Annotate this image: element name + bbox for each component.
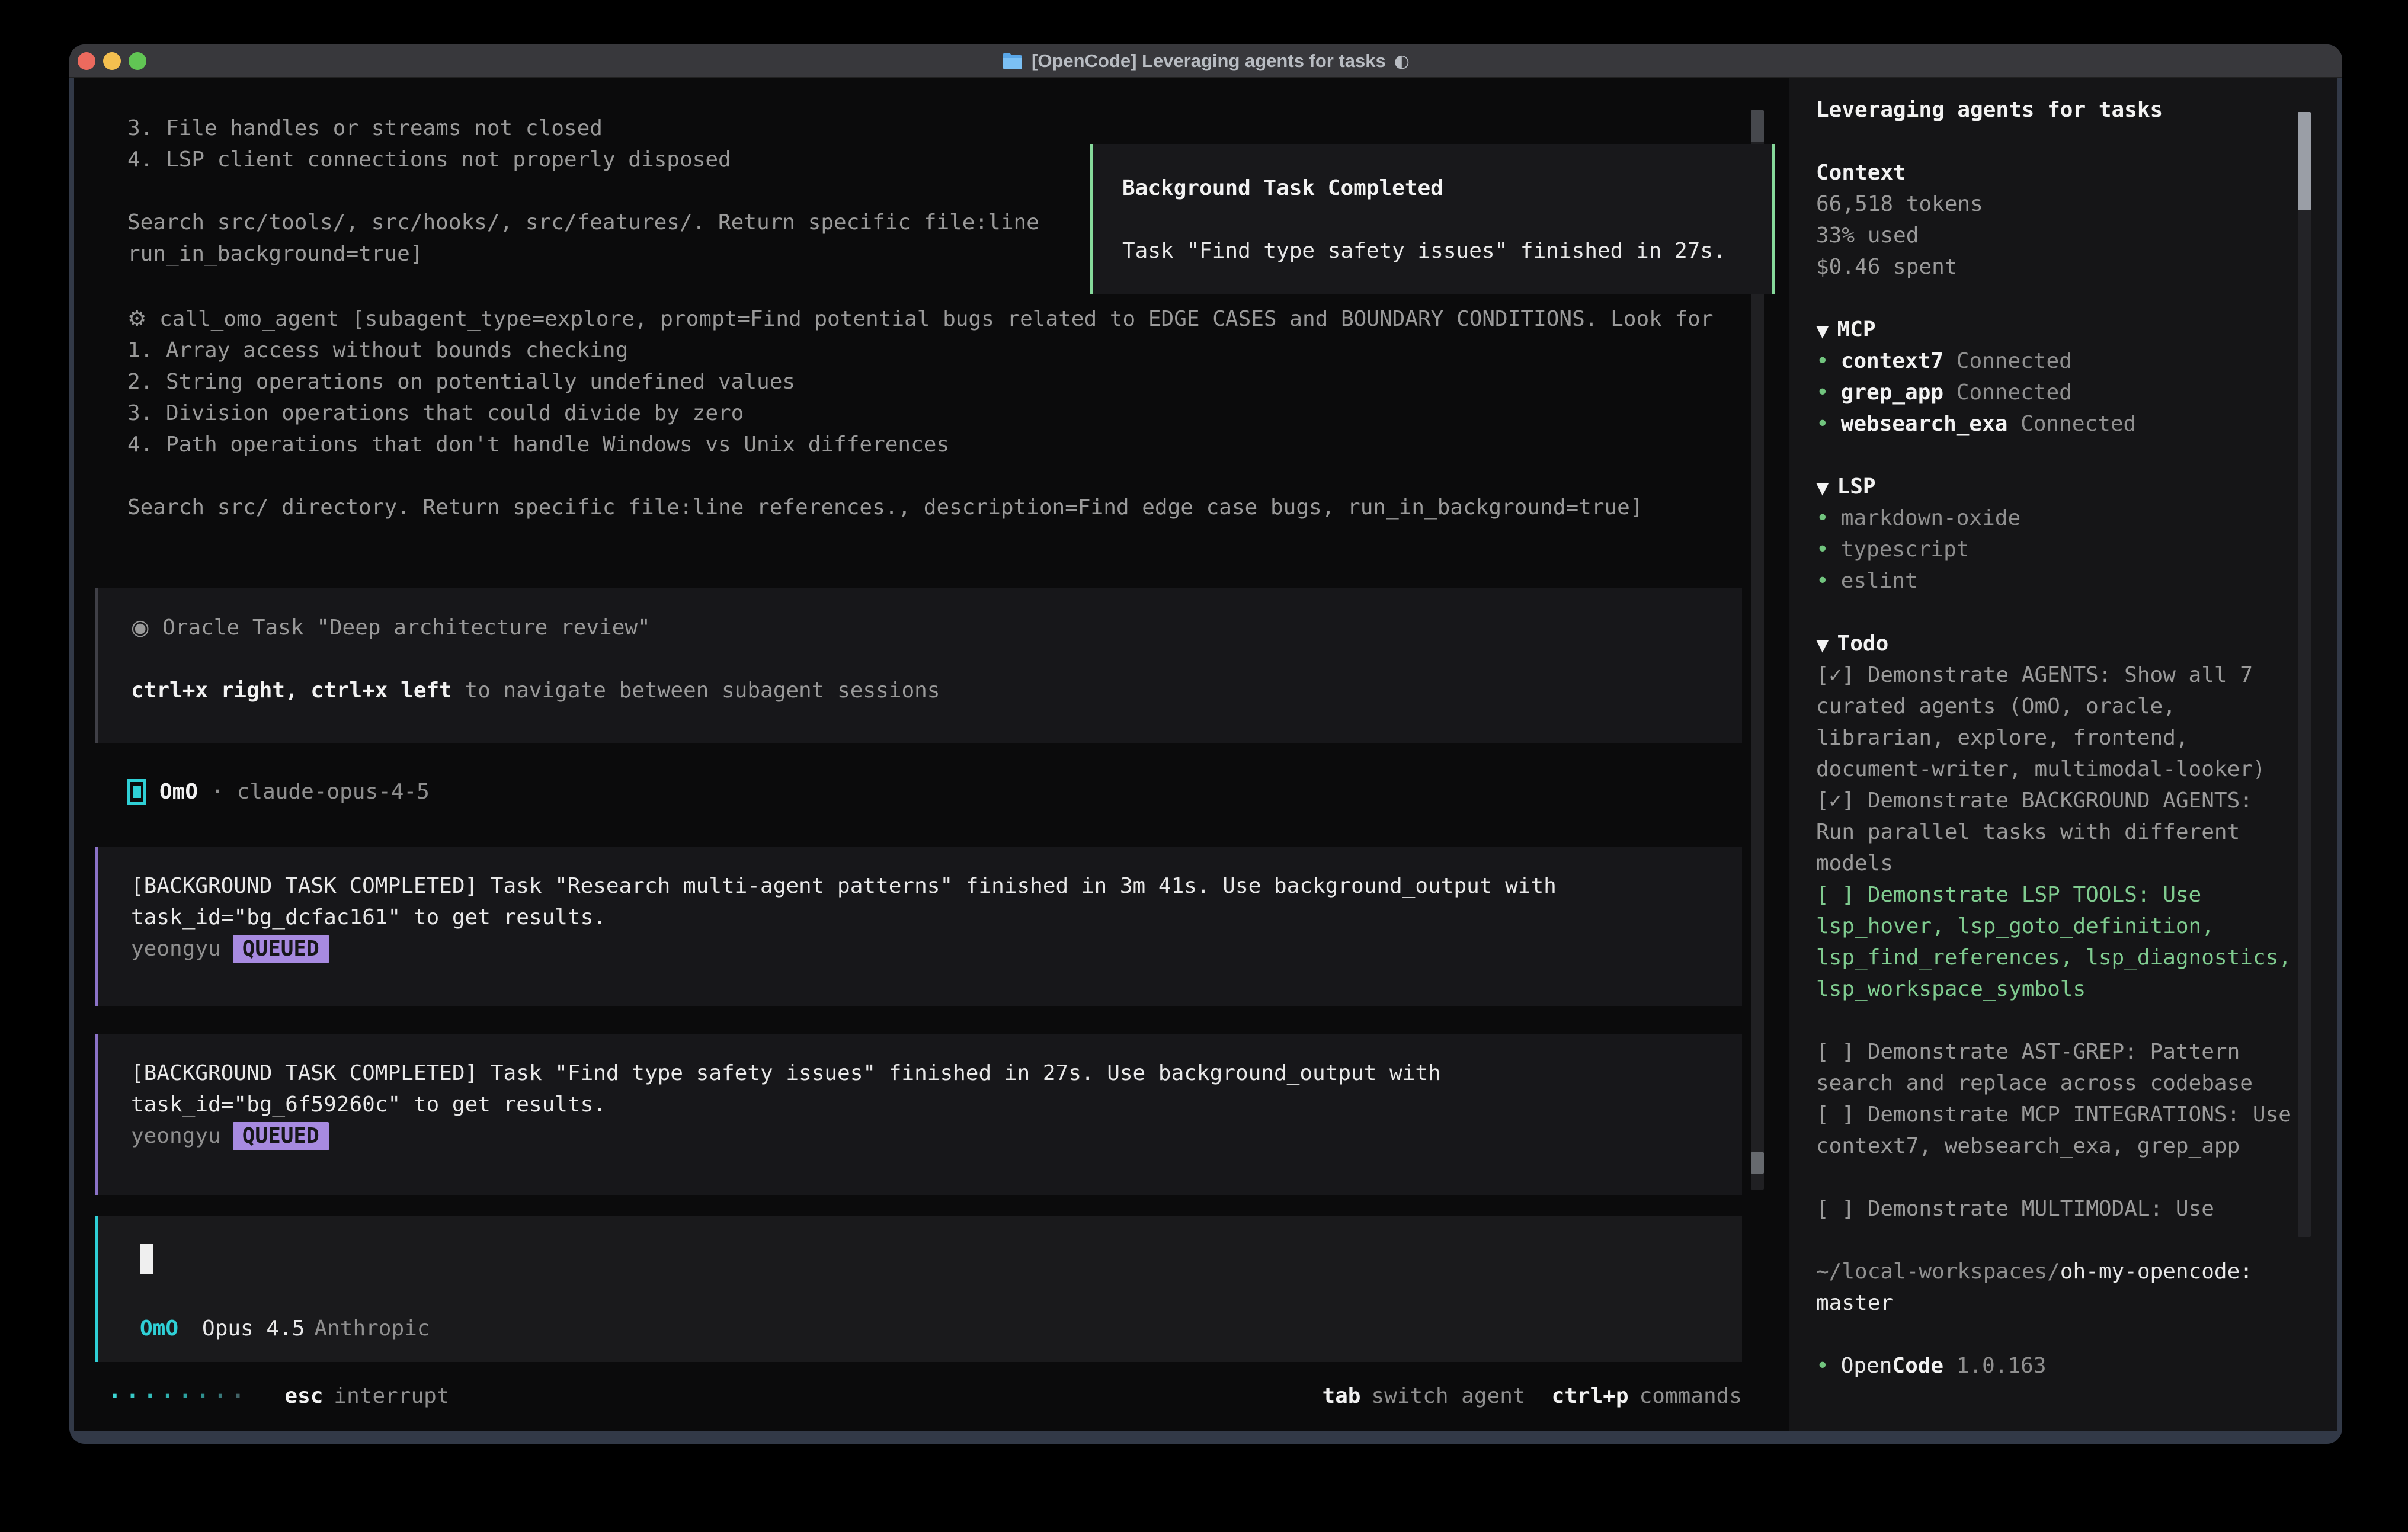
todo-section-header[interactable]: ▼Todo <box>1816 628 2304 659</box>
message-line: run_in_background=true] <box>127 238 1039 270</box>
spinner-icon: ········ <box>108 1384 249 1408</box>
ctrlp-key-label: commands <box>1640 1384 1742 1408</box>
gear-icon: ⚙ <box>127 307 146 331</box>
tab-key-label: switch agent <box>1371 1384 1525 1408</box>
tool-call-block: ⚙ call_omo_agent [subagent_type=explore,… <box>127 303 1714 523</box>
esc-key-label: interrupt <box>334 1384 449 1408</box>
status-badge: QUEUED <box>233 1122 329 1150</box>
task-message-line: [BACKGROUND TASK COMPLETED] Task "Resear… <box>131 870 1742 902</box>
sidebar-scrollbar-track <box>2298 112 2311 1237</box>
notification-body: Task "Find type safety issues" finished … <box>1122 235 1772 267</box>
task-message-line: task_id="bg_dcfac161" to get results. <box>131 902 1742 933</box>
context-tokens: 66,518 tokens <box>1816 188 2304 220</box>
folder-icon <box>1002 52 1023 70</box>
chevron-down-icon: ▼ <box>1816 478 1829 498</box>
half-circle-icon: ◐ <box>1394 51 1410 72</box>
oracle-hint-keys: ctrl+x right, ctrl+x left <box>131 678 452 703</box>
chat-pane: 3. File handles or streams not closed 4.… <box>74 78 1789 1431</box>
ctrlp-key-hint: ctrl+p <box>1552 1384 1629 1408</box>
status-dot-icon: • <box>1816 506 1829 530</box>
session-title: Leveraging agents for tasks <box>1816 94 2304 126</box>
titlebar: [OpenCode] Leveraging agents for tasks ◐ <box>69 44 2342 78</box>
todo-item: [ ] Demonstrate MULTIMODAL: Use <box>1816 1193 2304 1225</box>
oracle-title: Oracle Task "Deep architecture review" <box>162 616 651 640</box>
window-title: [OpenCode] Leveraging agents for tasks <box>1032 50 1386 72</box>
workspace-path: ~/local-workspaces/oh-my-opencode: maste… <box>1816 1256 2304 1319</box>
oracle-icon: ◉ <box>131 616 149 640</box>
status-dot-icon: • <box>1816 412 1829 436</box>
app-window: [OpenCode] Leveraging agents for tasks ◐… <box>69 44 2342 1444</box>
input-agent-name: OmO <box>140 1316 178 1341</box>
screen: [OpenCode] Leveraging agents for tasks ◐… <box>0 0 2408 1532</box>
chevron-down-icon: ▼ <box>1816 321 1829 341</box>
status-dot-icon: • <box>1816 537 1829 562</box>
text-cursor <box>140 1244 153 1274</box>
status-dot-icon: • <box>1816 349 1829 373</box>
tool-call-item: 2. String operations on potentially unde… <box>127 366 1714 398</box>
mcp-item: •grep_app Connected <box>1816 377 2304 408</box>
task-author: yeongyu <box>131 937 221 961</box>
message-line <box>127 175 1039 207</box>
status-badge: QUEUED <box>233 935 329 963</box>
notification-scrollbar-thumb[interactable] <box>1751 110 1764 142</box>
tool-call-item: 3. Division operations that could divide… <box>127 398 1714 429</box>
lsp-item: •markdown-oxide <box>1816 502 2304 534</box>
mcp-item: •websearch_exa Connected <box>1816 408 2304 440</box>
tool-call-tail: Search src/ directory. Return specific f… <box>127 492 1714 523</box>
task-message-card[interactable]: [BACKGROUND TASK COMPLETED] Task "Find t… <box>95 1034 1742 1195</box>
lsp-item: •typescript <box>1816 534 2304 565</box>
input-provider-name: Anthropic <box>314 1316 430 1341</box>
todo-item: [ ] Demonstrate LSP TOOLS: Use lsp_hover… <box>1816 879 2304 1005</box>
window-title-area: [OpenCode] Leveraging agents for tasks ◐ <box>69 44 2342 78</box>
lsp-section-header[interactable]: ▼LSP <box>1816 471 2304 502</box>
status-dot-icon: • <box>1816 1354 1829 1378</box>
todo-item: [ ] Demonstrate AST-GREP: Pattern search… <box>1816 1036 2304 1099</box>
version-row: •OpenCode 1.0.163 <box>1816 1350 2304 1382</box>
agent-checkbox-icon <box>127 779 146 805</box>
oracle-task-card[interactable]: ◉ Oracle Task "Deep architecture review"… <box>95 588 1742 743</box>
todo-item: [✓] Demonstrate BACKGROUND AGENTS: Run p… <box>1816 785 2304 879</box>
sidebar-scrollbar-thumb[interactable] <box>2298 112 2311 210</box>
message-line: 4. LSP client connections not properly d… <box>127 144 1039 175</box>
status-dot-icon: • <box>1816 569 1829 593</box>
context-spent: $0.46 spent <box>1816 251 2304 283</box>
message-line: Search src/tools/, src/hooks/, src/featu… <box>127 207 1039 238</box>
mcp-item: •context7 Connected <box>1816 345 2304 377</box>
input-model-name: Opus 4.5 <box>202 1316 305 1341</box>
mcp-section-header[interactable]: ▼MCP <box>1816 314 2304 345</box>
tab-key-hint: tab <box>1322 1384 1360 1408</box>
message-line: 3. File handles or streams not closed <box>127 113 1039 144</box>
task-author: yeongyu <box>131 1124 221 1148</box>
agent-separator: · <box>211 780 224 804</box>
task-message-card[interactable]: [BACKGROUND TASK COMPLETED] Task "Resear… <box>95 847 1742 1006</box>
status-dot-icon: • <box>1816 380 1829 405</box>
model-selector[interactable]: OmO Opus 4.5 Anthropic <box>140 1316 430 1341</box>
task-message-line: task_id="bg_6f59260c" to get results. <box>131 1089 1742 1120</box>
toast-notification[interactable]: Background Task Completed Task "Find typ… <box>1090 144 1775 294</box>
chat-scrollbar-thumb[interactable] <box>1751 1152 1764 1174</box>
task-message-line: [BACKGROUND TASK COMPLETED] Task "Find t… <box>131 1057 1742 1089</box>
tool-call-line: call_omo_agent [subagent_type=explore, p… <box>159 307 1714 331</box>
context-used: 33% used <box>1816 220 2304 251</box>
esc-key-hint: esc <box>284 1384 323 1408</box>
status-bar: ········ esc interrupt tab switch agent … <box>74 1380 1742 1412</box>
session-sidebar: Leveraging agents for tasks Context 66,5… <box>1789 78 2337 1431</box>
todo-item: [✓] Demonstrate AGENTS: Show all 7 curat… <box>1816 659 2304 785</box>
tool-call-item: 1. Array access without bounds checking <box>127 335 1714 366</box>
agent-model: claude-opus-4-5 <box>237 780 430 804</box>
notification-title: Background Task Completed <box>1122 172 1772 204</box>
agent-header: OmO · claude-opus-4-5 <box>127 776 430 807</box>
context-heading: Context <box>1816 157 2304 188</box>
message-text-block: 3. File handles or streams not closed 4.… <box>127 113 1039 270</box>
agent-name: OmO <box>159 780 198 804</box>
lsp-item: •eslint <box>1816 565 2304 597</box>
tool-call-item: 4. Path operations that don't handle Win… <box>127 429 1714 460</box>
oracle-hint-text: to navigate between subagent sessions <box>452 678 940 703</box>
chevron-down-icon: ▼ <box>1816 635 1829 655</box>
todo-item: [ ] Demonstrate MCP INTEGRATIONS: Use co… <box>1816 1099 2304 1162</box>
prompt-input[interactable]: OmO Opus 4.5 Anthropic <box>95 1216 1742 1362</box>
